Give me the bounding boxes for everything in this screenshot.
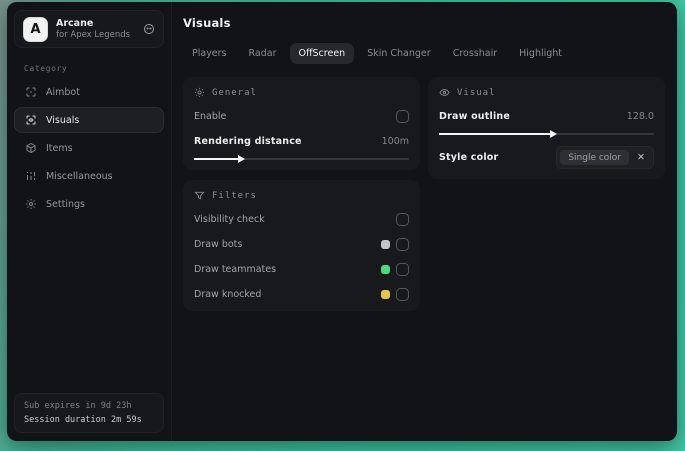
sidebar-item-label: Aimbot: [46, 86, 80, 98]
slider-fill: [194, 154, 246, 163]
sidebar-item-label: Miscellaneous: [46, 170, 113, 182]
style-color-select[interactable]: Single color ✕: [556, 146, 654, 169]
style-color-row: Style color Single color ✕: [439, 146, 654, 169]
app-subtitle: for Apex Legends: [56, 29, 131, 40]
rendering-distance-row: Rendering distance 100m: [194, 134, 409, 148]
sidebar-nav: Aimbot Visuals Items Miscellaneous Setti…: [14, 79, 164, 217]
draw-knocked-checkbox[interactable]: [396, 287, 409, 301]
sub-expires-text: Sub expires in 9d 23h: [24, 401, 132, 411]
scan-eye-icon: [25, 114, 37, 126]
left-column: General Enable Rendering distance 100m F…: [183, 77, 420, 311]
app-logo: A: [23, 16, 48, 42]
visibility-check-label: Visibility check: [194, 213, 265, 225]
tab-radar[interactable]: Radar: [240, 43, 286, 64]
enable-checkbox[interactable]: [396, 109, 409, 123]
remove-tag-icon[interactable]: ✕: [637, 153, 645, 163]
gear-icon: [25, 198, 37, 210]
crosshair-icon: [25, 86, 37, 98]
sidebar-item-label: Settings: [46, 198, 85, 210]
draw-bots-label: Draw bots: [194, 238, 243, 250]
app-title: Arcane: [56, 17, 94, 29]
tab-players[interactable]: Players: [183, 43, 236, 64]
enable-label: Enable: [194, 110, 227, 122]
app-window: A Arcane for Apex Legends Category Aimbo…: [7, 2, 677, 441]
subscription-info-card: Sub expires in 9d 23h Session duration 2…: [14, 393, 164, 433]
visibility-check-row: Visibility check: [194, 212, 409, 226]
eye-icon: [439, 87, 450, 98]
visual-panel: Visual Draw outline 128.0 Style color Si…: [428, 77, 665, 179]
filters-panel-title: Filters: [212, 190, 257, 201]
app-brand-card: A Arcane for Apex Legends: [14, 10, 164, 48]
draw-teammates-checkbox[interactable]: [396, 262, 409, 276]
draw-bots-color-swatch[interactable]: [381, 239, 390, 249]
draw-outline-label: Draw outline: [439, 110, 511, 122]
draw-knocked-color-swatch[interactable]: [381, 289, 390, 299]
draw-teammates-label: Draw teammates: [194, 263, 277, 275]
sidebar-item-label: Items: [46, 142, 73, 154]
sidebar: A Arcane for Apex Legends Category Aimbo…: [7, 2, 172, 441]
slider-fill: [439, 129, 557, 138]
sidebar-item-visuals[interactable]: Visuals: [14, 107, 164, 133]
brand-text: Arcane for Apex Legends: [56, 18, 135, 41]
columns-icon: [25, 170, 37, 182]
draw-knocked-label: Draw knocked: [194, 288, 262, 300]
visual-panel-title: Visual: [457, 87, 496, 98]
tab-skin-changer[interactable]: Skin Changer: [358, 43, 440, 64]
style-color-tag[interactable]: Single color: [560, 150, 630, 165]
rendering-distance-slider[interactable]: [194, 154, 409, 163]
tab-highlight[interactable]: Highlight: [510, 43, 571, 64]
enable-row: Enable: [194, 109, 409, 123]
style-color-label: Style color: [439, 152, 499, 163]
right-column: Visual Draw outline 128.0 Style color Si…: [428, 77, 665, 179]
sidebar-item-settings[interactable]: Settings: [14, 191, 164, 217]
sidebar-item-miscellaneous[interactable]: Miscellaneous: [14, 163, 164, 189]
package-icon: [25, 142, 37, 154]
gear-icon: [194, 87, 205, 98]
draw-teammates-row: Draw teammates: [194, 262, 409, 276]
category-label: Category: [24, 64, 68, 73]
visibility-check-checkbox[interactable]: [396, 212, 409, 226]
main-content: Visuals Players Radar OffScreen Skin Cha…: [172, 2, 677, 441]
sidebar-item-aimbot[interactable]: Aimbot: [14, 79, 164, 105]
sidebar-item-items[interactable]: Items: [14, 135, 164, 161]
general-panel-header: General: [194, 87, 409, 98]
discord-icon[interactable]: [143, 23, 155, 35]
draw-outline-value: 128.0: [626, 110, 654, 122]
filters-panel: Filters Visibility check Draw bots Draw …: [183, 180, 420, 311]
page-title: Visuals: [183, 16, 231, 30]
panels-grid: General Enable Rendering distance 100m F…: [183, 77, 665, 311]
rendering-distance-label: Rendering distance: [194, 135, 302, 147]
draw-bots-row: Draw bots: [194, 237, 409, 251]
tab-crosshair[interactable]: Crosshair: [444, 43, 506, 64]
draw-teammates-color-swatch[interactable]: [381, 264, 390, 274]
draw-outline-slider[interactable]: [439, 129, 654, 138]
draw-bots-checkbox[interactable]: [396, 237, 409, 251]
general-panel: General Enable Rendering distance 100m: [183, 77, 420, 170]
sidebar-item-label: Visuals: [46, 114, 80, 126]
visual-panel-header: Visual: [439, 87, 654, 98]
session-duration-text: Session duration 2m 59s: [24, 415, 142, 425]
tab-bar: Players Radar OffScreen Skin Changer Cro…: [183, 43, 665, 64]
rendering-distance-value: 100m: [381, 135, 409, 147]
general-panel-title: General: [212, 87, 257, 98]
draw-outline-row: Draw outline 128.0: [439, 109, 654, 123]
tab-offscreen[interactable]: OffScreen: [289, 43, 355, 64]
filter-funnel-icon: [194, 190, 205, 201]
draw-knocked-row: Draw knocked: [194, 287, 409, 301]
filters-panel-header: Filters: [194, 190, 409, 201]
